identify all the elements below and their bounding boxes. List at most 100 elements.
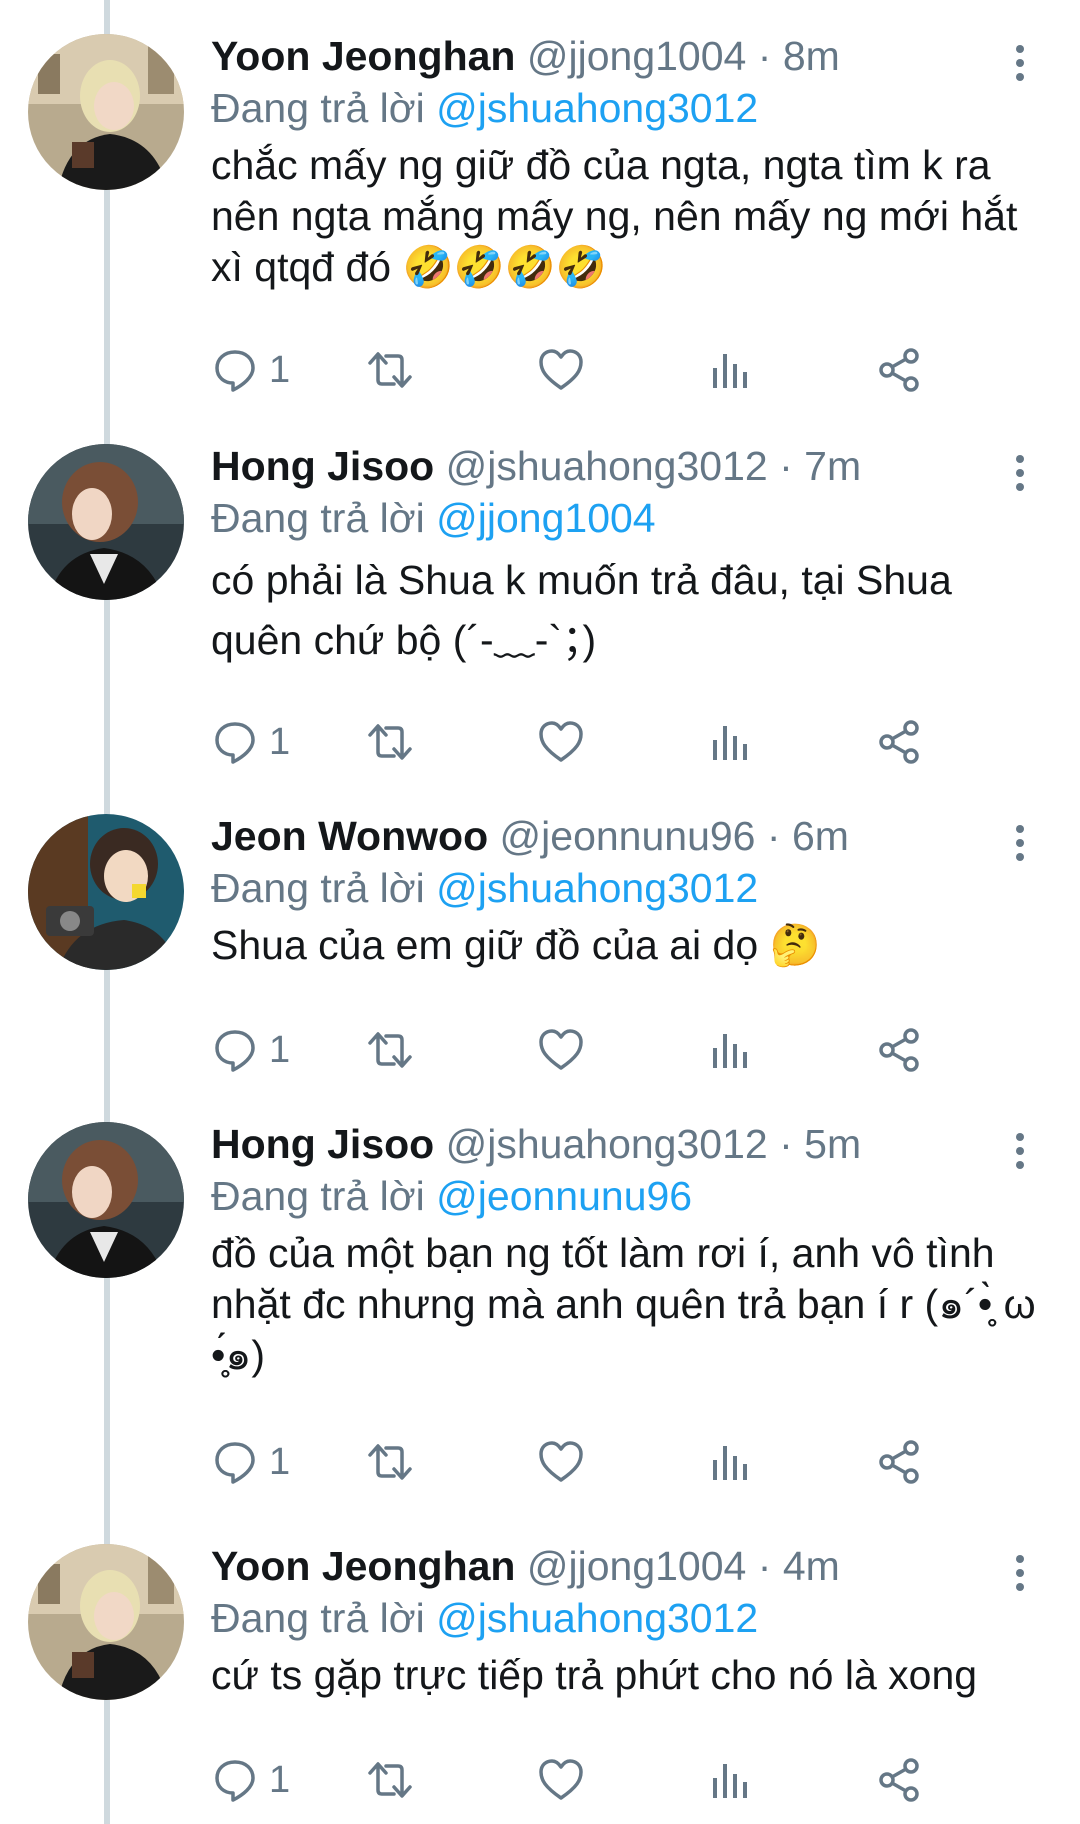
share-icon [875, 1756, 923, 1804]
timestamp[interactable]: 6m [792, 813, 849, 859]
separator: · [757, 1543, 772, 1589]
separator: · [779, 1121, 793, 1167]
timestamp[interactable]: 4m [783, 1543, 840, 1589]
share-icon [875, 346, 923, 394]
replying-to-line: Đang trả lời @jjong1004 [211, 492, 1052, 544]
replying-label: Đang trả lời [211, 865, 425, 911]
reply-count: 1 [269, 1440, 291, 1483]
analytics-icon [705, 346, 753, 394]
blonde-person-avatar [28, 34, 184, 190]
reply-count: 1 [269, 1758, 291, 1801]
like-icon [537, 346, 585, 394]
share-button[interactable] [875, 1750, 923, 1810]
tweet-header: Hong Jisoo @jshuahong3012 · 5m [211, 1118, 1052, 1170]
replying-to-handle[interactable]: @jshuahong3012 [436, 865, 758, 911]
tweet-text: Shua của em giữ đồ của ai dọ 🤔 [211, 922, 821, 968]
avatar[interactable] [28, 814, 184, 970]
avatar[interactable] [28, 1122, 184, 1278]
author-handle[interactable]: @jshuahong3012 [446, 1121, 768, 1167]
tweet-actions: 1 [211, 1432, 1011, 1492]
analytics-button[interactable] [705, 1750, 753, 1810]
share-button[interactable] [875, 1020, 923, 1080]
replying-to-line: Đang trả lời @jshuahong3012 [211, 862, 1052, 914]
replying-label: Đang trả lời [211, 85, 425, 131]
author-name[interactable]: Hong Jisoo [211, 1121, 434, 1167]
replying-to-handle[interactable]: @jjong1004 [436, 495, 655, 541]
replying-label: Đang trả lời [211, 1595, 425, 1641]
author-name[interactable]: Yoon Jeonghan [211, 33, 515, 79]
reply-button[interactable]: 1 [211, 712, 290, 772]
share-button[interactable] [875, 1432, 923, 1492]
share-icon [875, 1438, 923, 1486]
like-button[interactable] [537, 1020, 585, 1080]
timestamp[interactable]: 8m [783, 33, 840, 79]
tweet-header: Hong Jisoo @jshuahong3012 · 7m [211, 440, 1052, 492]
reply-button[interactable]: 1 [211, 1750, 290, 1810]
reply-icon [211, 718, 259, 766]
reply-button[interactable]: 1 [211, 1432, 290, 1492]
author-handle[interactable]: @jjong1004 [527, 33, 746, 79]
avatar[interactable] [28, 444, 184, 600]
like-button[interactable] [537, 712, 585, 772]
avatar[interactable] [28, 34, 184, 190]
retweet-button[interactable] [366, 1020, 414, 1080]
author-handle[interactable]: @jjong1004 [527, 1543, 746, 1589]
author-name[interactable]: Yoon Jeonghan [211, 1543, 515, 1589]
camera-person-avatar [28, 814, 184, 970]
share-button[interactable] [875, 712, 923, 772]
tweet-actions: 1 [211, 712, 1011, 772]
author-handle[interactable]: @jshuahong3012 [446, 443, 768, 489]
analytics-icon [705, 718, 753, 766]
reply-icon [211, 1756, 259, 1804]
author-handle[interactable]: @jeonnunu96 [500, 813, 756, 859]
share-button[interactable] [875, 340, 923, 400]
author-name[interactable]: Hong Jisoo [211, 443, 434, 489]
analytics-button[interactable] [705, 1432, 753, 1492]
like-button[interactable] [537, 1432, 585, 1492]
more-icon[interactable] [1012, 44, 1028, 82]
analytics-button[interactable] [705, 340, 753, 400]
more-icon[interactable] [1012, 1132, 1028, 1170]
like-button[interactable] [537, 1750, 585, 1810]
more-icon[interactable] [1012, 1554, 1028, 1592]
replying-to-handle[interactable]: @jshuahong3012 [436, 85, 758, 131]
analytics-icon [705, 1026, 753, 1074]
tweet-text: có phải là Shua k muốn trả đâu, tại Shua… [211, 557, 952, 663]
analytics-icon [705, 1438, 753, 1486]
like-icon [537, 1438, 585, 1486]
avatar[interactable] [28, 1544, 184, 1700]
replying-label: Đang trả lời [211, 495, 425, 541]
reply-button[interactable]: 1 [211, 340, 290, 400]
brown-hair-person-avatar [28, 1122, 184, 1278]
replying-to-line: Đang trả lời @jshuahong3012 [211, 1592, 1052, 1644]
analytics-button[interactable] [705, 1020, 753, 1080]
retweet-button[interactable] [366, 1750, 414, 1810]
retweet-button[interactable] [366, 340, 414, 400]
timestamp[interactable]: 7m [804, 443, 861, 489]
like-icon [537, 1026, 585, 1074]
analytics-button[interactable] [705, 712, 753, 772]
timestamp[interactable]: 5m [804, 1121, 861, 1167]
replying-to-handle[interactable]: @jshuahong3012 [436, 1595, 758, 1641]
retweet-button[interactable] [366, 1432, 414, 1492]
reply-count: 1 [269, 720, 291, 763]
retweet-icon [366, 346, 414, 394]
replying-to-handle[interactable]: @jeonnunu96 [436, 1173, 692, 1219]
like-icon [537, 1756, 585, 1804]
reply-count: 1 [269, 1028, 291, 1071]
more-icon[interactable] [1012, 824, 1028, 862]
separator: · [766, 813, 781, 859]
retweet-icon [366, 1438, 414, 1486]
author-name[interactable]: Jeon Wonwoo [211, 813, 488, 859]
reply-icon [211, 346, 259, 394]
blonde-person-avatar [28, 1544, 184, 1700]
reply-button[interactable]: 1 [211, 1020, 290, 1080]
retweet-button[interactable] [366, 712, 414, 772]
like-button[interactable] [537, 340, 585, 400]
retweet-icon [366, 1756, 414, 1804]
separator: · [757, 33, 772, 79]
reply-icon [211, 1438, 259, 1486]
replying-to-line: Đang trả lời @jeonnunu96 [211, 1170, 1052, 1222]
brown-hair-person-avatar [28, 444, 184, 600]
more-icon[interactable] [1012, 454, 1028, 492]
